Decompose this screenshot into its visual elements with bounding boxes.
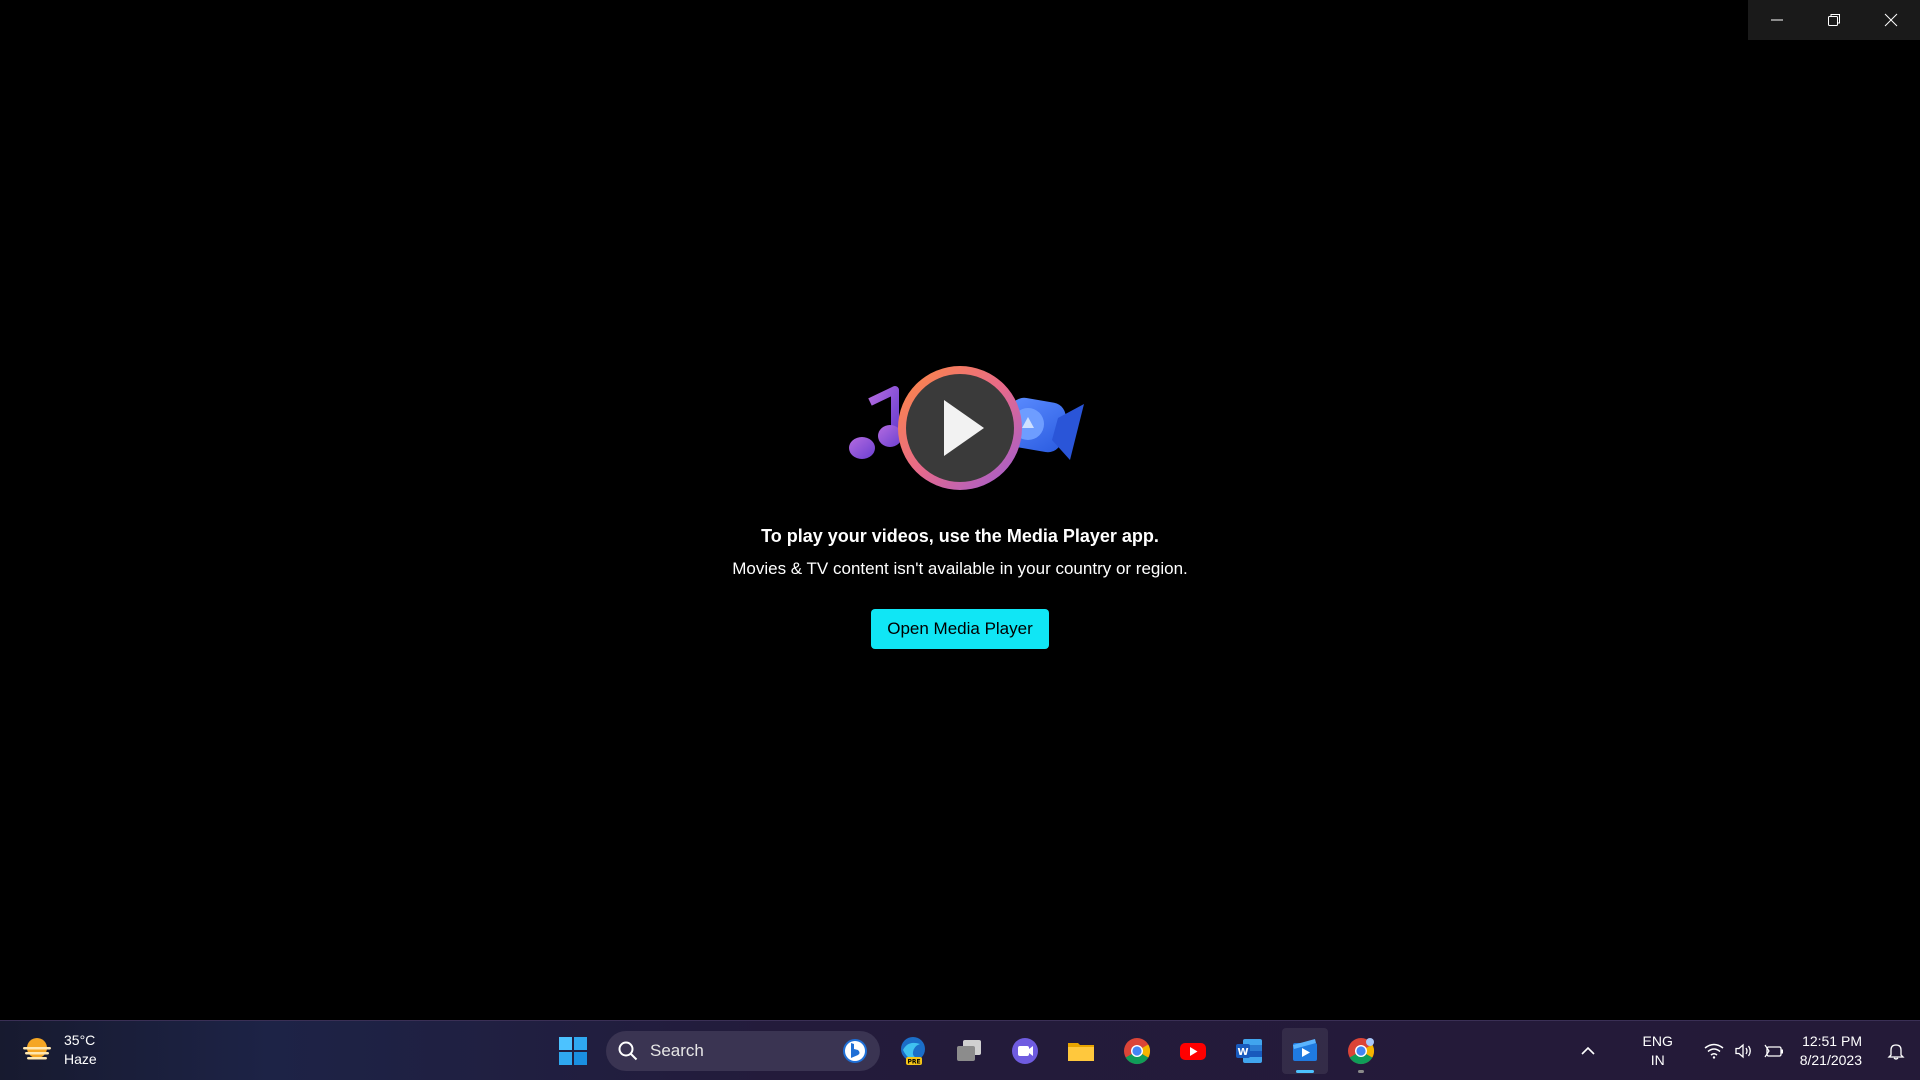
restore-button[interactable]: [1805, 0, 1862, 40]
close-icon: [1884, 13, 1897, 27]
edge-pre-icon: PRE: [901, 1037, 925, 1066]
minimize-button[interactable]: [1748, 0, 1805, 40]
notifications-button[interactable]: [1872, 1031, 1920, 1071]
svg-text:PRE: PRE: [907, 1059, 920, 1066]
language-indicator[interactable]: ENG IN: [1628, 1032, 1688, 1070]
movies-tv-icon: [1293, 1039, 1317, 1061]
close-button[interactable]: [1862, 0, 1919, 40]
battery-icon: [1764, 1044, 1783, 1058]
minimize-icon: [1770, 19, 1783, 21]
volume-icon: [1735, 1043, 1751, 1059]
weather-temperature: 35°C: [64, 1032, 96, 1048]
search-placeholder: Search: [650, 1041, 704, 1060]
media-hero-illustration: [820, 360, 1100, 500]
language-code: ENG: [1642, 1033, 1673, 1049]
svg-text:W: W: [1237, 1047, 1248, 1058]
quick-settings-button[interactable]: [1700, 1031, 1788, 1071]
task-view-icon: [957, 1040, 981, 1061]
taskbar-center: Search PRE W: [550, 1027, 1384, 1075]
search-icon: [618, 1041, 638, 1061]
weather-condition: Haze: [64, 1051, 97, 1067]
start-button[interactable]: [550, 1028, 596, 1074]
language-region: IN: [1650, 1052, 1665, 1068]
taskbar-app-chrome-canary[interactable]: [1338, 1028, 1384, 1074]
clock-time: 12:51 PM: [1802, 1033, 1862, 1049]
region-notice: Movies & TV content isn't available in y…: [732, 559, 1188, 578]
media-player-logo-icon: [849, 366, 1084, 490]
running-app-indicator: [1358, 1070, 1364, 1073]
system-tray: ENG IN 12:51 PM 8/21/2023: [1570, 1021, 1920, 1080]
chevron-up-icon: [1581, 1046, 1595, 1055]
taskbar-app-movies-tv[interactable]: [1282, 1028, 1328, 1074]
taskbar-app-file-explorer[interactable]: [1058, 1028, 1104, 1074]
play-circle-icon: [898, 366, 1022, 490]
video-chat-icon: [1012, 1038, 1038, 1064]
window-caption-buttons: [1748, 0, 1920, 40]
restore-icon: [1827, 14, 1840, 26]
chrome-icon: [1124, 1038, 1151, 1065]
active-app-indicator: [1296, 1070, 1314, 1073]
clock-date: 8/21/2023: [1799, 1052, 1862, 1068]
folder-icon: [1068, 1043, 1094, 1061]
chrome-canary-icon: [1348, 1038, 1375, 1065]
taskbar-app-chat[interactable]: [1002, 1028, 1048, 1074]
bing-icon: [843, 1039, 867, 1063]
haze-sun-icon: [20, 1035, 54, 1065]
weather-widget[interactable]: 35°C Haze: [20, 1031, 97, 1069]
taskbar-app-word[interactable]: W: [1226, 1028, 1272, 1074]
page-title: To play your videos, use the Media Playe…: [761, 526, 1159, 546]
word-icon: W: [1236, 1039, 1262, 1063]
windows-start-icon: [559, 1037, 587, 1065]
clock[interactable]: 12:51 PM 8/21/2023: [1800, 1032, 1862, 1070]
taskbar-task-view[interactable]: [946, 1028, 992, 1074]
taskbar-app-edge-beta[interactable]: PRE: [890, 1028, 936, 1074]
main-content: To play your videos, use the Media Playe…: [0, 360, 1920, 649]
show-hidden-icons-button[interactable]: [1570, 1031, 1606, 1071]
taskbar: 35°C Haze Search PRE W ENG IN 12:51 PM 8…: [0, 1020, 1920, 1080]
search-box[interactable]: Search: [606, 1031, 880, 1071]
taskbar-app-youtube[interactable]: [1170, 1028, 1216, 1074]
youtube-icon: [1180, 1043, 1206, 1060]
taskbar-app-chrome[interactable]: [1114, 1028, 1160, 1074]
bell-icon: [1887, 1044, 1905, 1060]
open-media-player-button[interactable]: Open Media Player: [871, 609, 1049, 649]
music-note-icon: [849, 386, 902, 459]
wifi-icon: [1704, 1043, 1724, 1059]
